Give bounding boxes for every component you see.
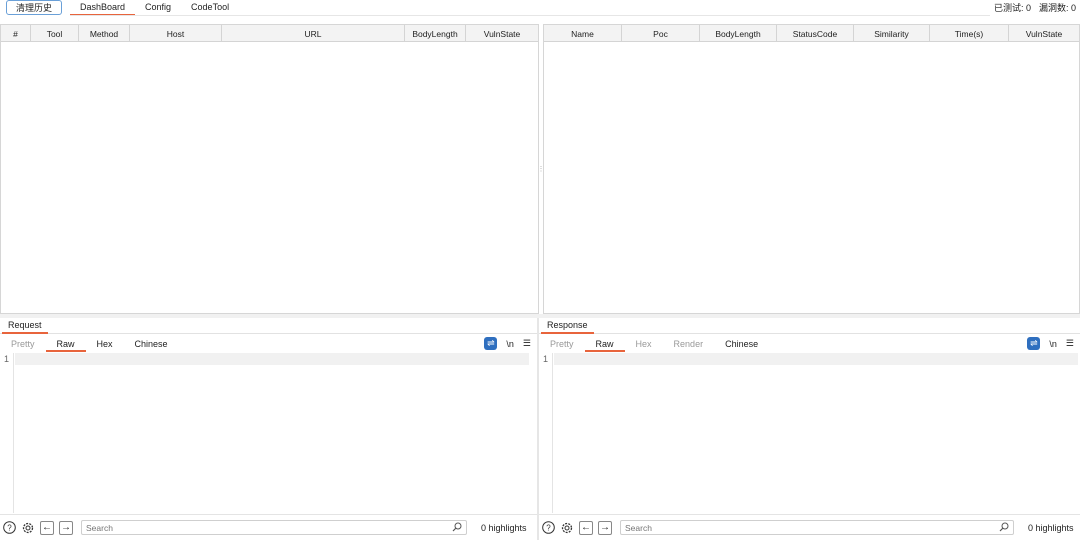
tab-hex[interactable]: Hex [86, 336, 124, 352]
arrow-left-icon[interactable]: ← [579, 520, 593, 535]
request-title[interactable]: Request [2, 318, 48, 334]
column-vulnstate[interactable]: VulnState [466, 25, 538, 42]
vuln-table-header: Name Poc BodyLength StatusCode Similarit… [544, 25, 1079, 42]
column-statuscode[interactable]: StatusCode [777, 25, 854, 42]
line-number: 1 [4, 354, 10, 364]
request-search[interactable] [81, 520, 467, 535]
newline-toggle[interactable]: \n [506, 339, 514, 349]
column-bodylength[interactable]: BodyLength [700, 25, 777, 42]
stats-area: 已测试: 0 漏洞数: 0 [994, 1, 1076, 14]
column-tool[interactable]: Tool [31, 25, 79, 42]
history-table[interactable]: # Tool Method Host URL BodyLength VulnSt… [0, 24, 539, 314]
wrap-icon[interactable]: ⇌ [1027, 337, 1041, 350]
line-gutter: 1 [0, 353, 14, 513]
tab-chinese[interactable]: Chinese [124, 336, 179, 352]
tested-count: 已测试: 0 [993, 3, 1031, 13]
arrow-right-icon[interactable]: → [598, 520, 612, 535]
request-editor: Request Pretty Raw Hex Chinese ⇌ \n ☰ 1 … [0, 318, 537, 540]
response-search[interactable] [620, 520, 1014, 535]
help-icon[interactable]: ? [541, 521, 555, 535]
response-footer: ? ← → 0 highlights [539, 514, 1080, 540]
tab-chinese[interactable]: Chinese [714, 336, 769, 352]
column-similarity[interactable]: Similarity [854, 25, 930, 42]
line-number: 1 [543, 354, 549, 364]
wrap-icon[interactable]: ⇌ [484, 337, 498, 350]
tab-dashboard[interactable]: DashBoard [70, 0, 136, 16]
clear-history-button[interactable]: 清理历史 [6, 0, 62, 15]
arrow-right-icon[interactable]: → [59, 520, 73, 535]
column-host[interactable]: Host [130, 25, 222, 42]
gear-icon[interactable] [21, 521, 35, 535]
line-gutter: 1 [539, 353, 553, 513]
column-url[interactable]: URL [222, 25, 405, 42]
response-title[interactable]: Response [541, 318, 594, 334]
tab-hex[interactable]: Hex [625, 336, 663, 352]
request-footer: ? ← → 0 highlights [0, 514, 537, 540]
tab-render[interactable]: Render [663, 336, 715, 352]
column-name[interactable]: Name [544, 25, 622, 42]
response-view-tabs: Pretty Raw Hex Render Chinese [539, 336, 1080, 352]
column-vulnstate[interactable]: VulnState [1009, 25, 1079, 42]
column-poc[interactable]: Poc [622, 25, 700, 42]
arrow-left-icon[interactable]: ← [40, 520, 54, 535]
request-tools: ⇌ \n ☰ [484, 337, 531, 350]
response-editor: Response Pretty Raw Hex Render Chinese ⇌… [539, 318, 1080, 540]
current-line-highlight [554, 353, 1078, 365]
response-tools: ⇌ \n ☰ [1027, 337, 1074, 350]
tab-config[interactable]: Config [135, 0, 181, 16]
menu-icon[interactable]: ☰ [523, 338, 531, 349]
search-input[interactable] [625, 522, 1013, 533]
highlights-count: 0 highlights [1028, 522, 1074, 533]
response-title-row: Response [539, 318, 1080, 334]
tab-raw[interactable]: Raw [584, 336, 625, 352]
current-line-highlight [15, 353, 529, 365]
column-index[interactable]: # [1, 25, 31, 42]
highlights-count: 0 highlights [481, 522, 527, 533]
column-bodylength[interactable]: BodyLength [405, 25, 466, 42]
svg-text:?: ? [7, 524, 12, 533]
request-view-tabs: Pretty Raw Hex Chinese [0, 336, 537, 352]
menu-icon[interactable]: ☰ [1066, 338, 1074, 349]
tab-raw[interactable]: Raw [45, 336, 86, 352]
top-bar: 清理历史 DashBoard Config CodeTool 已测试: 0 漏洞… [0, 0, 1080, 16]
response-text-area[interactable]: 1 [539, 353, 1080, 513]
gear-icon[interactable] [560, 521, 574, 535]
main-tabs: DashBoard Config CodeTool [70, 0, 239, 16]
tab-pretty[interactable]: Pretty [0, 336, 46, 352]
search-icon[interactable] [999, 522, 1009, 534]
help-icon[interactable]: ? [2, 521, 16, 535]
request-title-row: Request [0, 318, 537, 334]
search-input[interactable] [86, 522, 466, 533]
vuln-table[interactable]: Name Poc BodyLength StatusCode Similarit… [543, 24, 1080, 314]
column-time[interactable]: Time(s) [930, 25, 1009, 42]
tab-codetool[interactable]: CodeTool [181, 0, 239, 16]
tabs-divider [70, 15, 990, 16]
history-table-header: # Tool Method Host URL BodyLength VulnSt… [1, 25, 538, 42]
vuln-count: 漏洞数: 0 [1038, 3, 1076, 13]
request-text-area[interactable]: 1 [0, 353, 537, 513]
column-method[interactable]: Method [79, 25, 130, 42]
search-icon[interactable] [452, 522, 462, 534]
svg-text:?: ? [546, 524, 551, 533]
newline-toggle[interactable]: \n [1049, 339, 1057, 349]
tab-pretty[interactable]: Pretty [539, 336, 585, 352]
